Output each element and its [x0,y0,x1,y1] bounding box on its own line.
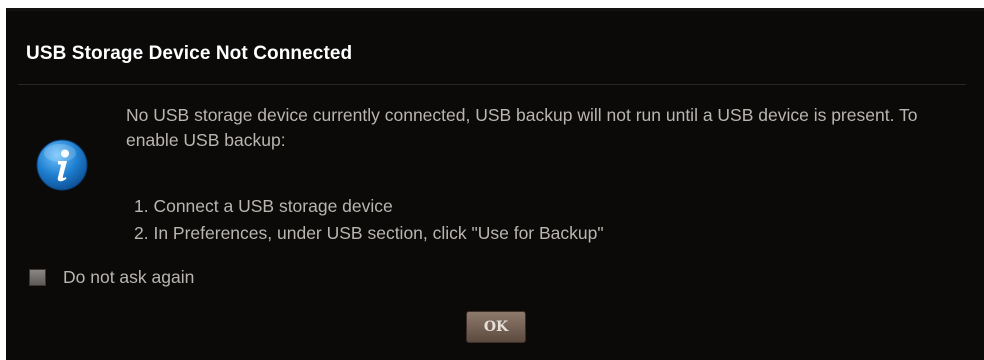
do-not-ask-again-checkbox[interactable] [29,269,46,286]
title-divider [18,84,966,85]
usb-warning-dialog: USB Storage Device Not Connected No USB … [6,8,984,360]
dialog-title: USB Storage Device Not Connected [26,43,353,64]
do-not-ask-again-label[interactable]: Do not ask again [63,267,194,288]
dialog-title-bar: USB Storage Device Not Connected [6,11,984,83]
do-not-ask-again-row[interactable]: Do not ask again [29,267,194,288]
step-item: 1. Connect a USB storage device [134,196,393,216]
info-icon [36,139,88,191]
step-item: 2. In Preferences, under USB section, cl… [134,223,604,243]
ok-button[interactable]: OK [466,311,526,343]
message-text: No USB storage device currently connecte… [126,105,918,150]
steps-list: 1. Connect a USB storage device 2. In Pr… [134,193,604,247]
dialog-message: No USB storage device currently connecte… [126,103,971,153]
